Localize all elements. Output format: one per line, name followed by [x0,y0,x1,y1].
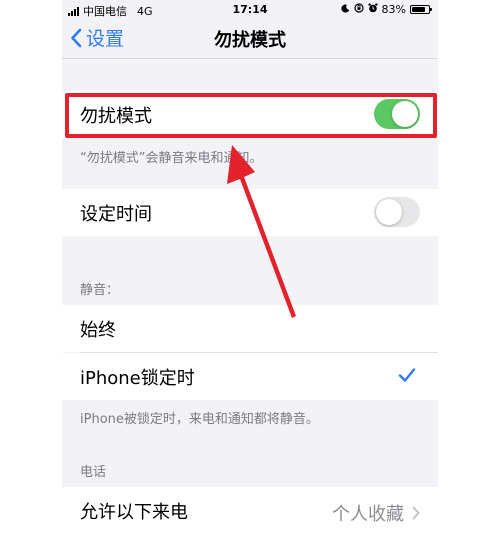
status-bar: 中国电信 4G 17:14 83% [62,0,438,20]
silence-footnote: iPhone被锁定时，来电和通知都将静音。 [80,412,319,427]
alarm-icon [367,3,378,16]
allow-calls-value-group: 个人收藏 [332,500,420,526]
status-right: 83% [340,3,432,16]
allow-calls-row[interactable]: 允许以下来电 个人收藏 [62,487,438,534]
battery-level-fill [412,7,425,12]
phone-header: 电话 [80,465,107,480]
page-title: 勿扰模式 [214,30,286,51]
battery-percent: 83% [381,3,406,16]
scheduled-row: 设定时间 [62,189,438,236]
highlight-box [65,93,437,138]
scheduled-label: 设定时间 [80,203,152,225]
dnd-footnote: “勿扰模式”会静音来电和通知。 [80,151,263,166]
phone-screen: 中国电信 4G 17:14 83% 设置 勿扰模式 勿扰模式 “勿扰模式”会静音… [62,0,438,534]
silence-header: 静音： [80,283,120,298]
silence-option-label: iPhone锁定时 [80,367,195,389]
silence-option-locked[interactable]: iPhone锁定时 [62,353,438,400]
silence-option-always[interactable]: 始终 [62,305,438,352]
allow-calls-value: 个人收藏 [332,504,404,525]
checkmark-icon [398,368,416,382]
moon-icon [340,3,350,16]
chevron-right-icon [412,506,420,520]
navigation-bar: 设置 勿扰模式 [62,18,438,58]
nav-divider [62,58,438,59]
silence-option-label: 始终 [80,319,116,341]
scheduled-toggle[interactable] [374,197,420,227]
toggle-knob [376,199,402,225]
orientation-lock-icon [353,3,364,16]
battery-icon [410,5,432,14]
allow-calls-label: 允许以下来电 [80,501,188,523]
